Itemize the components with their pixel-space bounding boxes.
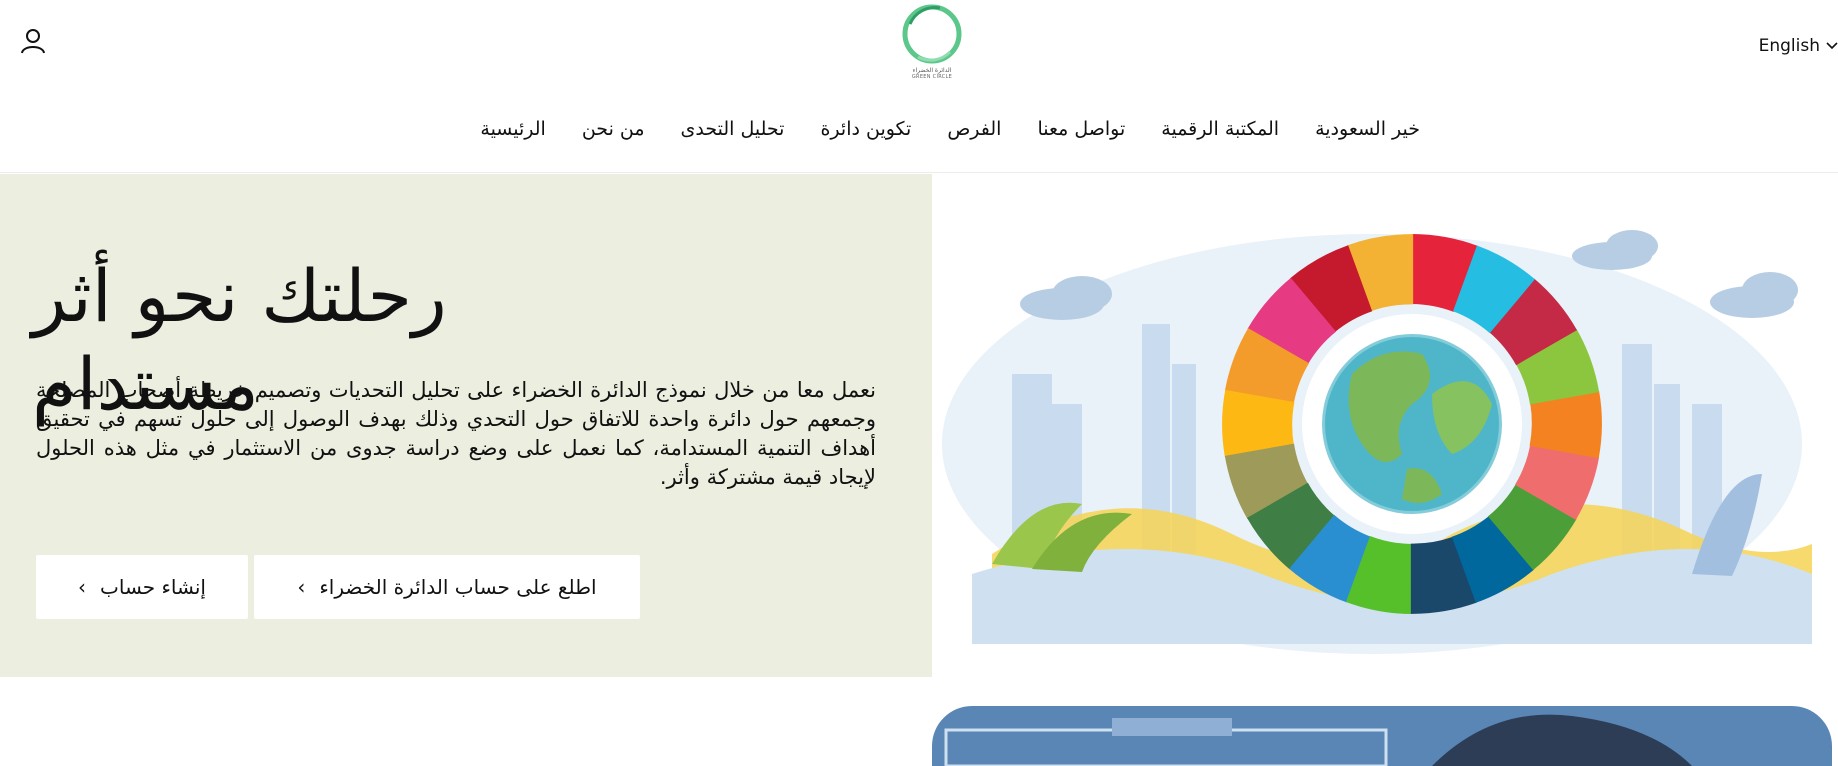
user-icon[interactable] xyxy=(18,26,48,56)
logo-text-en: GREEN CIRCLE xyxy=(911,74,953,80)
view-green-circle-account-button[interactable]: ‹ اطلع على حساب الدائرة الخضراء xyxy=(254,555,640,619)
logo[interactable]: الدائرة الخضراء GREEN CIRCLE xyxy=(898,2,966,86)
nav-item-home[interactable]: الرئيسية xyxy=(480,118,545,140)
hero-description: نعمل معا من خلال نموذج الدائرة الخضراء ع… xyxy=(36,378,876,489)
green-circle-logo-icon xyxy=(902,4,962,64)
nav-item-opportunities[interactable]: الفرص xyxy=(947,118,1001,140)
language-label: English xyxy=(1758,36,1820,56)
nav-item-digital-library[interactable]: المكتبة الرقمية xyxy=(1161,118,1279,140)
nav-item-about[interactable]: من نحن xyxy=(582,118,645,140)
nav-item-khair-saudi[interactable]: خير السعودية xyxy=(1315,118,1420,140)
sdg-wheel-illustration xyxy=(942,230,1812,654)
language-selector[interactable]: English xyxy=(1759,36,1838,56)
chevron-left-icon: ‹ xyxy=(297,575,306,599)
logo-text-ar: الدائرة الخضراء xyxy=(912,67,952,74)
create-account-button[interactable]: ‹ إنشاء حساب xyxy=(36,555,248,619)
top-bar: الدائرة الخضراء GREEN CIRCLE English xyxy=(0,0,1838,95)
view-account-label: اطلع على حساب الدائرة الخضراء xyxy=(319,575,597,599)
next-section-image xyxy=(932,706,1832,766)
nav-item-form-circle[interactable]: تكوين دائرة xyxy=(820,118,911,140)
create-account-label: إنشاء حساب xyxy=(100,575,206,599)
hero-illustration xyxy=(932,174,1838,677)
main-nav: الرئيسية من نحن تحليل التحدى تكوين دائرة… xyxy=(0,94,1838,173)
nav-item-challenge-analysis[interactable]: تحليل التحدى xyxy=(681,118,785,140)
nav-item-contact[interactable]: تواصل معنا xyxy=(1037,118,1125,140)
chevron-down-icon xyxy=(1826,42,1838,50)
chevron-left-icon: ‹ xyxy=(78,575,87,599)
